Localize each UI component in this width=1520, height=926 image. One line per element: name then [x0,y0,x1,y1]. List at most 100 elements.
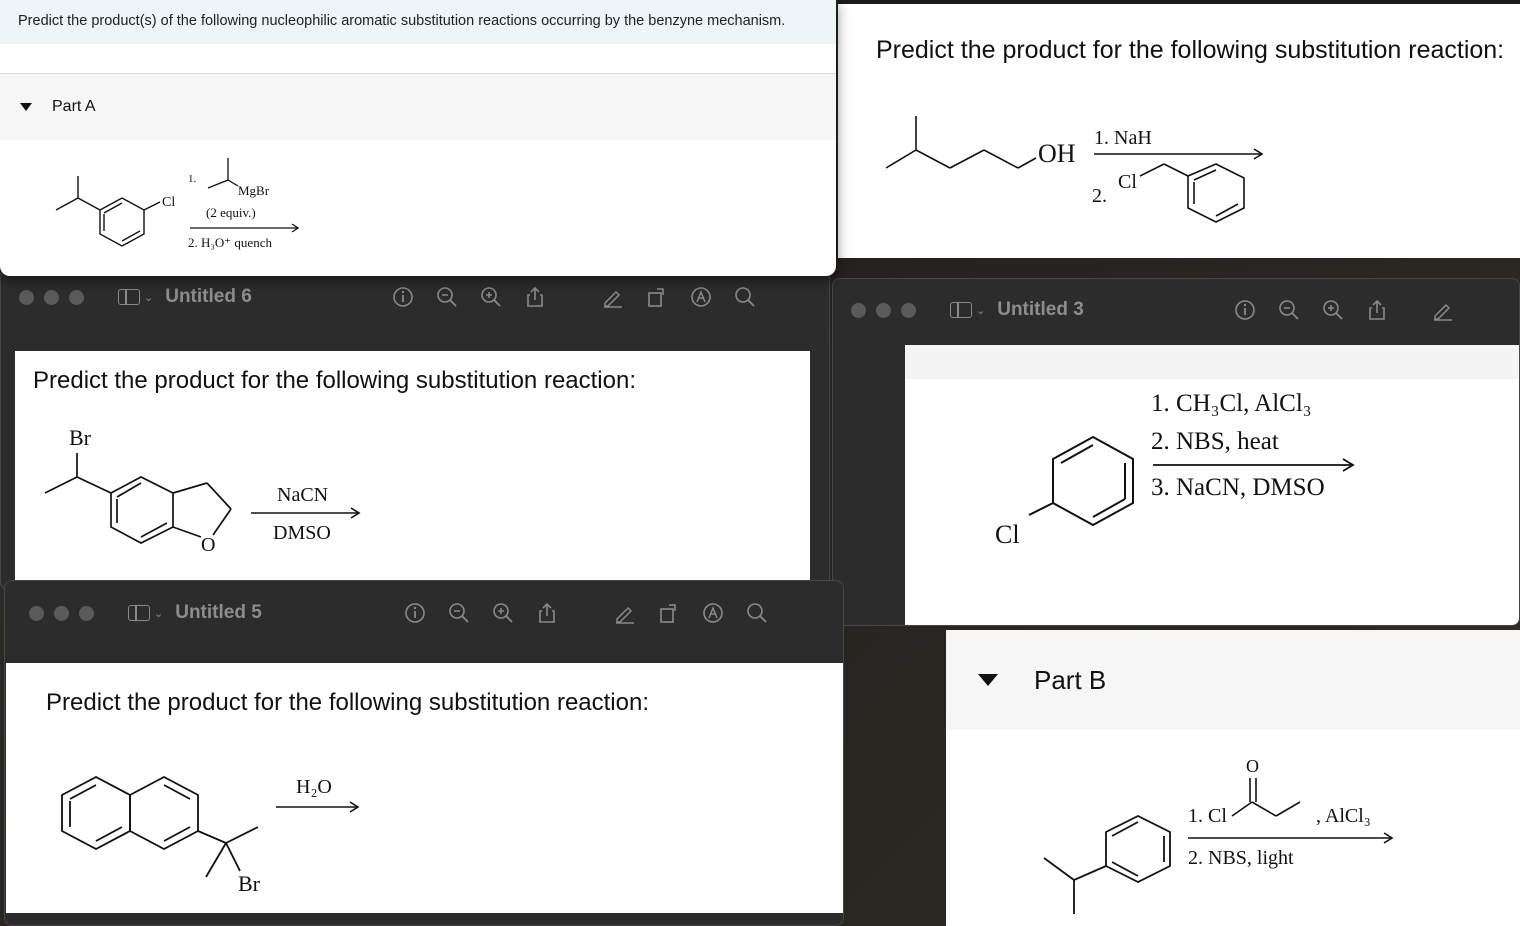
reaction-scheme-part-b: O 1. Cl , AlCl₃ 2. NBS, light [1043,756,1394,914]
traffic-lights [19,289,84,305]
reagent-bottom-label: DMSO [273,522,331,544]
search-icon[interactable] [745,601,769,625]
toolbar-icons-right [601,271,757,323]
tert-butyl-fragment [207,158,239,189]
minimize-button[interactable] [876,302,891,318]
chevron-down-icon[interactable]: ⌄ [154,607,163,620]
preview-window-untitled-3: ⌄ Untitled 3 Cl 1. CH₃Cl, AlCl₃ 2. NBS, … [832,278,1520,626]
annotate-icon[interactable] [689,285,713,309]
close-button[interactable] [19,289,34,305]
reagent-top-label: H₂O [296,776,332,798]
part-b-panel: Part B O 1. Cl , AlCl₃ 2. NBS, light [946,630,1520,926]
document-title[interactable]: Untitled 6 [165,286,252,308]
sidebar-toggle-icon[interactable] [950,302,972,318]
document-title[interactable]: Untitled 5 [175,602,262,624]
step1-label: 1. NaH [1094,127,1152,149]
aryl-chloride-structure [55,176,161,247]
document-content: Predict the product for the following su… [15,351,810,581]
minimize-button[interactable] [54,605,69,621]
part-b-label: Part B [1034,664,1107,695]
question-prompt: Predict the product(s) of the following … [0,0,836,44]
zoom-in-icon[interactable] [479,285,503,309]
hydroxyl-label: OH [1038,139,1076,168]
collapse-triangle-icon [978,674,998,686]
share-icon[interactable] [535,601,559,625]
toolbar-icons-right [613,581,769,645]
close-button[interactable] [851,302,866,318]
divider [0,44,836,74]
zoom-out-icon[interactable] [1277,298,1301,322]
chloride-label: Cl [1118,171,1137,193]
zoom-button[interactable] [69,289,84,305]
oxygen-label: O [201,534,215,556]
chlorine-label: Cl [995,520,1020,549]
zoom-button[interactable] [79,605,94,621]
acyl-step1-label: 1. Cl [1188,805,1227,827]
markup-pen-icon[interactable] [613,601,637,625]
reaction-arrow-u6 [251,507,361,519]
reaction-arrow-u5 [276,801,360,813]
toolbar-icons [403,581,559,645]
chlorobenzene-structure [1028,435,1134,527]
step2-label: 2. NBS, heat [1151,428,1279,455]
grignard-label: MgBr [238,183,270,198]
reaction-scheme-top-right: OH 1. NaH 2. Cl [885,116,1264,223]
part-a-label: Part A [52,98,96,115]
annotate-icon[interactable] [701,601,725,625]
markup-pen-icon[interactable] [601,285,625,309]
chevron-down-icon[interactable]: ⌄ [144,291,153,304]
document-title[interactable]: Untitled 3 [997,299,1084,321]
reagent-top-label: NaCN [277,484,328,506]
info-icon[interactable] [391,285,415,309]
part-b-toggle[interactable]: Part B [946,630,1520,730]
close-button[interactable] [29,605,44,621]
info-icon[interactable] [1233,298,1257,322]
reaction-arrow-top-right [1094,148,1264,160]
document-content: Cl 1. CH₃Cl, AlCl₃ 2. NBS, heat 3. NaCN,… [905,345,1519,625]
part-a-toggle[interactable]: Part A [0,74,836,140]
share-icon[interactable] [1365,298,1389,322]
sidebar-toggle-icon[interactable] [128,605,150,621]
bromine-label: Br [69,425,92,450]
benzyl-chloride-structure [1139,163,1245,223]
zoom-button[interactable] [901,302,916,318]
zoom-in-icon[interactable] [1321,298,1345,322]
zoom-in-icon[interactable] [491,601,515,625]
carbonyl-oxygen-label: O [1246,756,1259,776]
dihydrobenzofuran-structure [44,453,232,544]
rotate-icon[interactable] [657,601,681,625]
propanoyl-chloride-structure [1231,778,1301,817]
reaction-arrow-part-b [1188,832,1394,844]
markup-pen-icon[interactable] [1431,298,1455,322]
search-icon[interactable] [733,285,757,309]
equiv-label: (2 equiv.) [206,205,256,220]
catalyst-label: , AlCl₃ [1316,805,1371,827]
toolbar-icons [1233,279,1455,341]
share-icon[interactable] [523,285,547,309]
isopropylbenzene-structure [1043,814,1171,914]
minimize-button[interactable] [44,289,59,305]
naphthalene-structure [61,775,259,878]
reaction-arrow-u3 [1153,458,1355,472]
zoom-out-icon[interactable] [447,601,471,625]
quench-label: 2. H₃O⁺ quench [188,235,272,250]
zoom-out-icon[interactable] [435,285,459,309]
traffic-lights [851,302,916,318]
toolbar-icons [391,271,547,323]
step2-label: 2. NBS, light [1188,847,1294,869]
step3-label: 3. NaCN, DMSO [1151,474,1325,501]
traffic-lights [29,605,94,621]
sidebar-toggle-icon[interactable] [118,289,140,305]
rotate-icon[interactable] [645,285,669,309]
step2-number: 2. [1092,185,1107,207]
reaction-scheme-u5: Br H₂O [61,775,360,896]
alcohol-structure [885,116,1037,169]
preview-window-untitled-5: ⌄ Untitled 5 Predict the product for the… [4,580,844,926]
reaction-scheme-u3: Cl 1. CH₃Cl, AlCl₃ 2. NBS, heat 3. NaCN,… [995,390,1355,549]
info-icon[interactable] [403,601,427,625]
reaction-scheme-u6: Br O NaCN DMSO [44,425,361,556]
content-strip [905,345,1519,379]
chevron-down-icon[interactable]: ⌄ [976,304,985,317]
leaving-group-label: Cl [162,195,175,210]
question-window-a: Predict the product(s) of the following … [0,0,836,276]
